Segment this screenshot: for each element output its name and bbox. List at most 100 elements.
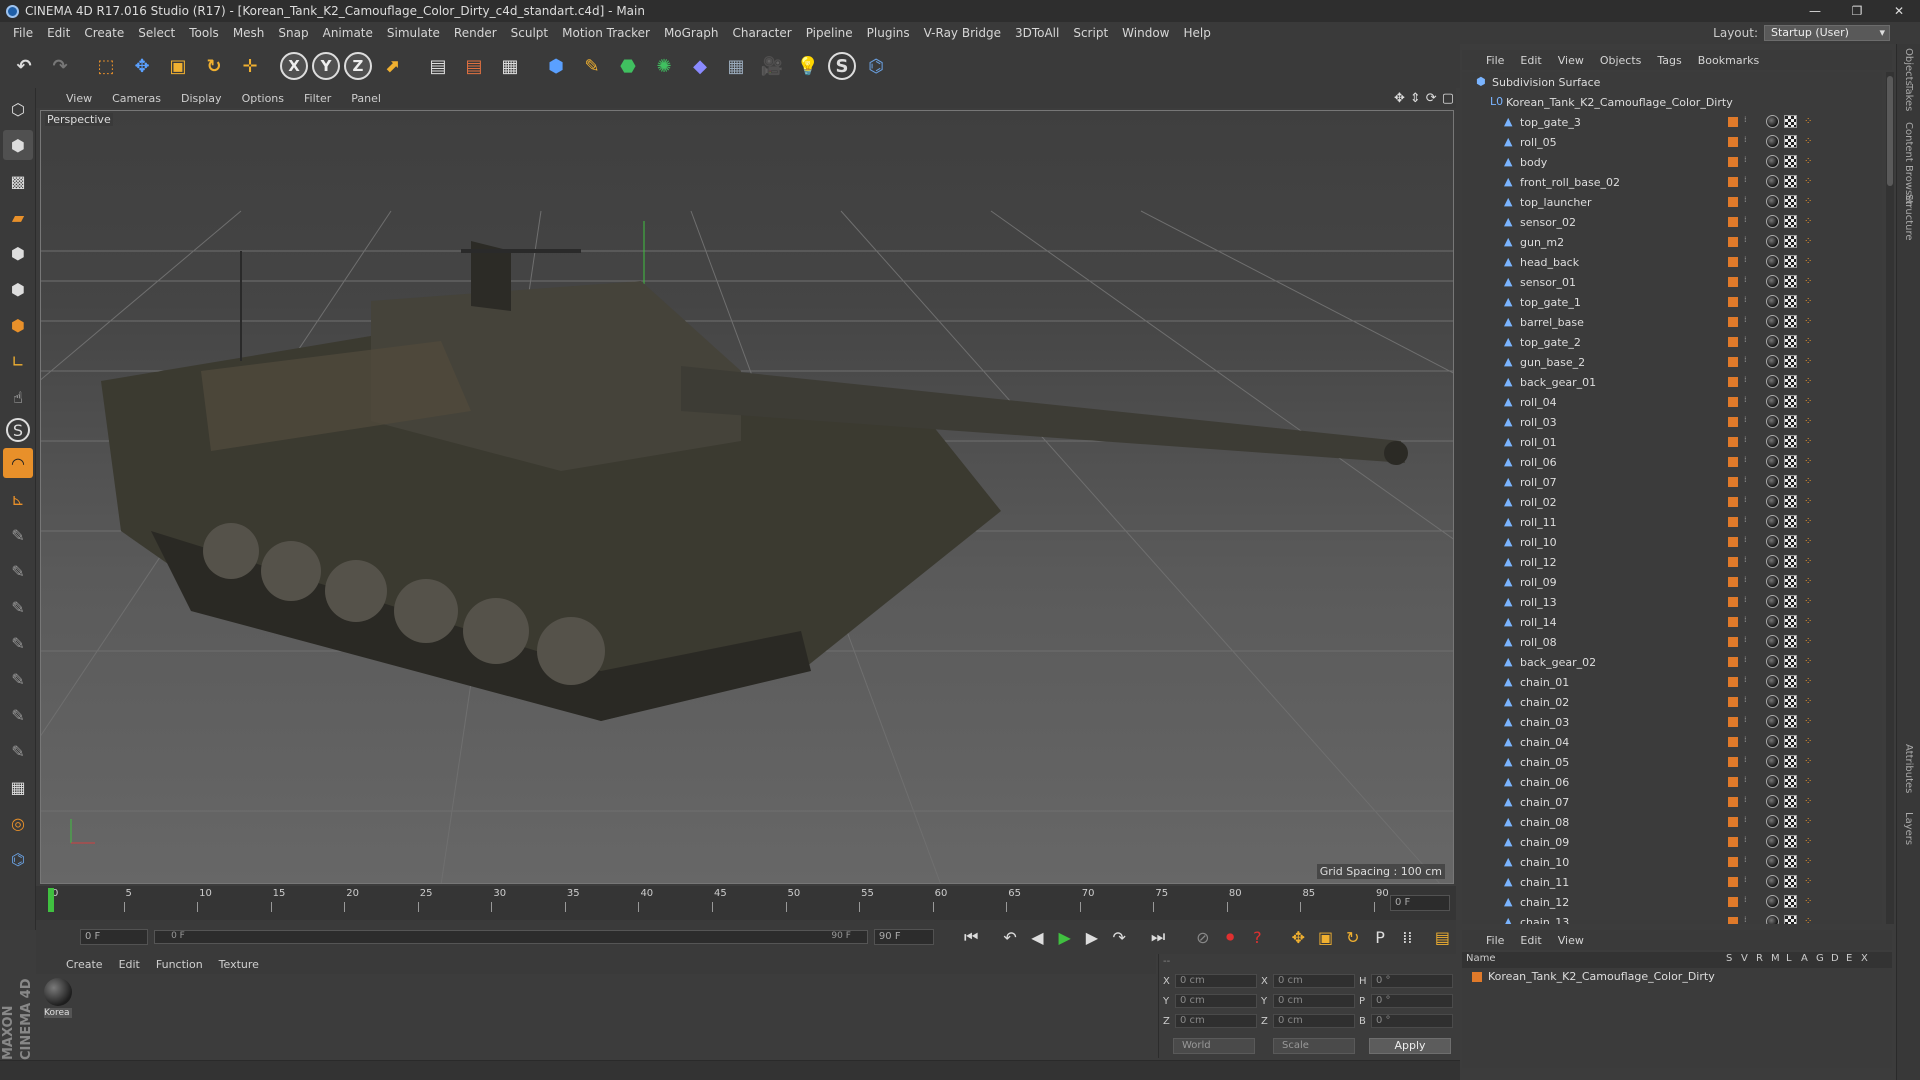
- layer-color-icon[interactable]: [1728, 137, 1738, 147]
- layer-menu-item[interactable]: File: [1486, 934, 1504, 947]
- material-tag-icon[interactable]: [1766, 135, 1779, 148]
- rotate-tool-icon[interactable]: ↻: [198, 49, 230, 83]
- layout-select[interactable]: Startup (User): [1764, 25, 1890, 41]
- viewport-rotate-icon[interactable]: ⟳: [1426, 91, 1437, 106]
- snapping-icon[interactable]: S: [6, 418, 30, 442]
- menu-item[interactable]: Help: [1183, 26, 1210, 40]
- object-row[interactable]: ▲ chain_12 ⁞ ⁘: [1462, 892, 1882, 912]
- edges-mode-icon[interactable]: ⬢: [3, 274, 33, 304]
- texture-tag-icon[interactable]: [1784, 695, 1797, 708]
- material-tag-icon[interactable]: [1766, 455, 1779, 468]
- material-tag-icon[interactable]: [1766, 755, 1779, 768]
- preview-range-slider[interactable]: 0 F 90 F: [154, 930, 868, 944]
- phong-tag-icon[interactable]: ⁘: [1804, 696, 1812, 708]
- texture-tag-icon[interactable]: [1784, 835, 1797, 848]
- size-y-field[interactable]: 0 cm: [1273, 994, 1355, 1008]
- axis-mode-icon[interactable]: ∟: [3, 346, 33, 376]
- object-row[interactable]: ▲ chain_09 ⁞ ⁘: [1462, 832, 1882, 852]
- layer-color-icon[interactable]: [1728, 857, 1738, 867]
- object-row[interactable]: ▲ roll_05 ⁞ ⁘: [1462, 132, 1882, 152]
- visibility-dots-icon[interactable]: ⁞: [1744, 315, 1748, 325]
- visibility-dots-icon[interactable]: ⁞: [1744, 215, 1748, 225]
- menu-item[interactable]: Plugins: [867, 26, 910, 40]
- menu-item[interactable]: Mesh: [233, 26, 265, 40]
- visibility-dots-icon[interactable]: ⁞: [1744, 815, 1748, 825]
- phong-tag-icon[interactable]: ⁘: [1804, 916, 1812, 924]
- viewport-move-icon[interactable]: ✥: [1394, 91, 1405, 106]
- visibility-dots-icon[interactable]: ⁞: [1744, 515, 1748, 525]
- material-tag-icon[interactable]: [1766, 175, 1779, 188]
- visibility-dots-icon[interactable]: ⁞: [1744, 435, 1748, 445]
- phong-tag-icon[interactable]: ⁘: [1804, 396, 1812, 408]
- key-rotation-icon[interactable]: ↻: [1341, 925, 1364, 949]
- key-param-icon[interactable]: P: [1368, 925, 1391, 949]
- texture-tag-icon[interactable]: [1784, 195, 1797, 208]
- viewport-menu-item[interactable]: Panel: [351, 92, 381, 105]
- layer-color-icon[interactable]: [1728, 337, 1738, 347]
- layer-color-icon[interactable]: [1728, 257, 1738, 267]
- texture-tag-icon[interactable]: [1784, 175, 1797, 188]
- workplane-mode-icon[interactable]: ▰: [3, 202, 33, 232]
- phong-tag-icon[interactable]: ⁘: [1804, 236, 1812, 248]
- spline-pen-icon[interactable]: ✎: [576, 49, 608, 83]
- phong-tag-icon[interactable]: ⁘: [1804, 716, 1812, 728]
- layer-color-icon[interactable]: [1728, 217, 1738, 227]
- phong-tag-icon[interactable]: ⁘: [1804, 196, 1812, 208]
- menu-item[interactable]: Tools: [189, 26, 219, 40]
- visibility-dots-icon[interactable]: ⁞: [1744, 575, 1748, 585]
- phong-tag-icon[interactable]: ⁘: [1804, 336, 1812, 348]
- layer-column-header[interactable]: A: [1801, 953, 1816, 964]
- position-y-field[interactable]: 0 cm: [1175, 994, 1257, 1008]
- visibility-dots-icon[interactable]: ⁞: [1744, 675, 1748, 685]
- material-tag-icon[interactable]: [1766, 415, 1779, 428]
- object-row[interactable]: ▲ roll_03 ⁞ ⁘: [1462, 412, 1882, 432]
- texture-tag-icon[interactable]: [1784, 495, 1797, 508]
- object-row[interactable]: ▲ chain_07 ⁞ ⁘: [1462, 792, 1882, 812]
- phong-tag-icon[interactable]: ⁘: [1804, 176, 1812, 188]
- object-row[interactable]: ▲ chain_01 ⁞ ⁘: [1462, 672, 1882, 692]
- layer-color-icon[interactable]: [1728, 277, 1738, 287]
- object-row[interactable]: ▲ barrel_base ⁞ ⁘: [1462, 312, 1882, 332]
- phong-tag-icon[interactable]: ⁘: [1804, 636, 1812, 648]
- layer-color-icon[interactable]: [1728, 637, 1738, 647]
- phong-tag-icon[interactable]: ⁘: [1804, 536, 1812, 548]
- phong-tag-icon[interactable]: ⁘: [1804, 816, 1812, 828]
- texture-tag-icon[interactable]: [1784, 735, 1797, 748]
- material-tag-icon[interactable]: [1766, 775, 1779, 788]
- texture-tag-icon[interactable]: [1784, 655, 1797, 668]
- layer-menu-item[interactable]: Edit: [1520, 934, 1541, 947]
- phong-tag-icon[interactable]: ⁘: [1804, 216, 1812, 228]
- timeline-ruler[interactable]: 0 5 10 15 20 25 30 35 40 45 50 55 60 65 70 75 80 85 90 0 F: [36, 886, 1456, 920]
- material-tag-icon[interactable]: [1766, 535, 1779, 548]
- make-editable-icon[interactable]: ⬡: [3, 94, 33, 124]
- layer-color-icon[interactable]: [1728, 417, 1738, 427]
- menu-item[interactable]: Create: [84, 26, 124, 40]
- sculpt-brush-5-icon[interactable]: ✎: [3, 664, 33, 694]
- viewport-menu-item[interactable]: View: [66, 92, 92, 105]
- visibility-dots-icon[interactable]: ⁞: [1744, 915, 1748, 924]
- menu-item[interactable]: File: [13, 26, 33, 40]
- layer-color-icon[interactable]: [1728, 617, 1738, 627]
- visibility-dots-icon[interactable]: ⁞: [1744, 795, 1748, 805]
- object-row[interactable]: ▲ roll_14 ⁞ ⁘: [1462, 612, 1882, 632]
- texture-tag-icon[interactable]: [1784, 275, 1797, 288]
- play-forward-icon[interactable]: ▶: [1053, 925, 1076, 949]
- texture-tag-icon[interactable]: [1784, 415, 1797, 428]
- material-menu-item[interactable]: Function: [156, 958, 203, 971]
- viewport-menu-item[interactable]: Cameras: [112, 92, 161, 105]
- object-row[interactable]: ▲ top_launcher ⁞ ⁘: [1462, 192, 1882, 212]
- sculpt-mask-icon[interactable]: ◎: [3, 808, 33, 838]
- visibility-dots-icon[interactable]: ⁞: [1744, 735, 1748, 745]
- object-row[interactable]: ▲ top_gate_3 ⁞ ⁘: [1462, 112, 1882, 132]
- phong-tag-icon[interactable]: ⁘: [1804, 276, 1812, 288]
- menu-item[interactable]: Snap: [278, 26, 308, 40]
- z-axis-lock-button[interactable]: Z: [344, 52, 372, 80]
- texture-tag-icon[interactable]: [1784, 315, 1797, 328]
- layer-color-icon[interactable]: [1728, 557, 1738, 567]
- material-tag-icon[interactable]: [1766, 435, 1779, 448]
- material-tag-icon[interactable]: [1766, 195, 1779, 208]
- texture-tag-icon[interactable]: [1784, 615, 1797, 628]
- visibility-dots-icon[interactable]: ⁞: [1744, 475, 1748, 485]
- viewport-zoom-icon[interactable]: ⇕: [1410, 91, 1421, 106]
- visibility-dots-icon[interactable]: ⁞: [1744, 615, 1748, 625]
